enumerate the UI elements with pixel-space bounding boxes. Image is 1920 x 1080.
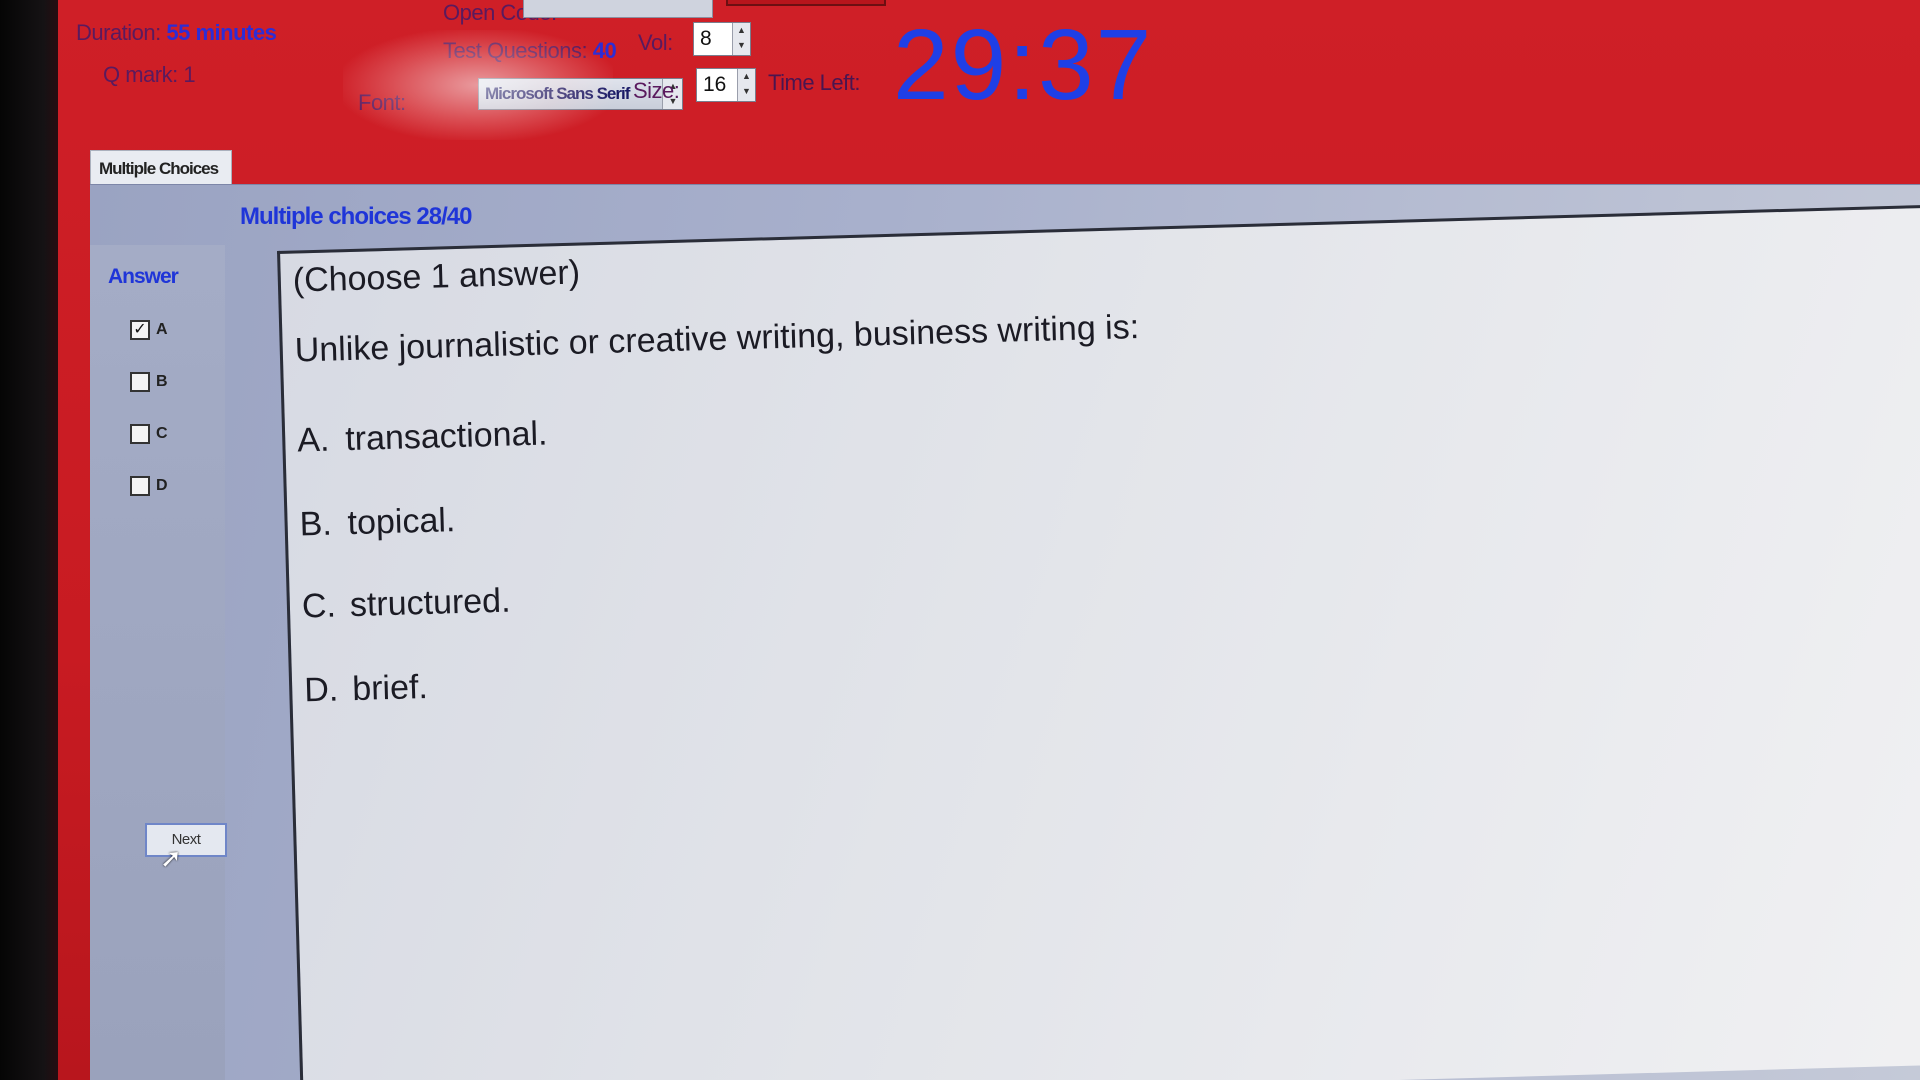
time-left-timer: 29:37 — [893, 9, 1154, 121]
answer-letter-d: D — [156, 477, 168, 494]
answer-option-b[interactable]: B — [130, 369, 168, 395]
question-instruction: (Choose 1 answer) — [292, 253, 581, 300]
font-value: Microsoft Sans Serif — [485, 84, 630, 103]
next-button[interactable]: Next — [145, 823, 227, 857]
duration-info: Duration: 55 minutes — [76, 20, 277, 46]
qmark-value: 1 — [183, 62, 196, 87]
answer-checkbox-b[interactable] — [130, 372, 150, 392]
vol-value: 8 — [700, 27, 712, 50]
answer-label: Answer — [108, 265, 179, 288]
option-a-text: transactional. — [344, 414, 548, 459]
option-d-letter: D. — [303, 670, 339, 710]
exam-app-window: Duration: 55 minutes Open Code: Q mark: … — [58, 0, 1920, 1080]
vol-label: Vol: — [638, 30, 673, 55]
answer-sidebar: Answer ✓ A B C D — [90, 245, 225, 1080]
font-label: Font: — [358, 90, 406, 115]
size-value: 16 — [703, 73, 727, 96]
qmark-label: Q mark: — [103, 62, 178, 87]
answer-checkbox-d[interactable] — [130, 476, 150, 496]
question-stem: Unlike journalistic or creative writing,… — [294, 307, 1140, 370]
option-a: A. transactional. — [297, 415, 548, 461]
open-code-button[interactable] — [726, 0, 886, 6]
option-b-text: topical. — [347, 501, 456, 543]
mouse-cursor-icon: ➚ — [160, 843, 182, 873]
answer-letter-b: B — [156, 373, 168, 390]
answer-letter-c: C — [156, 425, 168, 442]
answer-checkbox-c[interactable] — [130, 424, 150, 444]
exam-screen: Duration: 55 minutes Open Code: Q mark: … — [0, 0, 1920, 1080]
size-label: Size: — [633, 78, 680, 103]
tab-multiple-choices[interactable]: Multiple Choices — [90, 150, 232, 186]
option-b-letter: B. — [299, 504, 333, 544]
question-counter: Multiple choices 28/40 — [240, 203, 472, 230]
size-stepper-arrows-icon[interactable]: ▲ ▼ — [737, 69, 755, 101]
answer-checkbox-a[interactable]: ✓ — [130, 320, 150, 340]
question-panel: Multiple choices 28/40 Answer ✓ A B C D … — [90, 184, 1920, 1080]
option-a-letter: A. — [296, 420, 330, 460]
option-c-text: structured. — [349, 581, 512, 625]
monitor-bezel — [0, 0, 62, 1080]
option-c: C. structured. — [301, 582, 511, 627]
open-code-input[interactable] — [523, 0, 713, 18]
option-d-text: brief. — [351, 667, 429, 709]
test-questions-info: Test Questions: 40 — [443, 38, 617, 64]
answer-letter-a: A — [156, 321, 168, 338]
size-stepper[interactable]: 16 ▲ ▼ — [696, 68, 756, 102]
time-left-label: Time Left: — [768, 70, 861, 95]
vol-stepper[interactable]: 8 ▲ ▼ — [693, 22, 751, 56]
question-area: (Choose 1 answer) Unlike journalistic or… — [277, 203, 1920, 1080]
vol-stepper-arrows-icon[interactable]: ▲ ▼ — [732, 23, 750, 55]
duration-value: 55 minutes — [166, 20, 277, 45]
qmark-info: Q mark: 1 — [103, 62, 196, 88]
answer-option-a[interactable]: ✓ A — [130, 317, 168, 343]
option-b: B. topical. — [299, 501, 456, 544]
duration-label: Duration: — [76, 20, 161, 45]
answer-option-d[interactable]: D — [130, 473, 168, 499]
test-questions-label: Test Questions: — [443, 38, 588, 63]
answer-option-c[interactable]: C — [130, 421, 168, 447]
test-questions-value: 40 — [592, 38, 617, 63]
option-c-letter: C. — [301, 586, 337, 626]
option-d: D. brief. — [304, 668, 429, 710]
